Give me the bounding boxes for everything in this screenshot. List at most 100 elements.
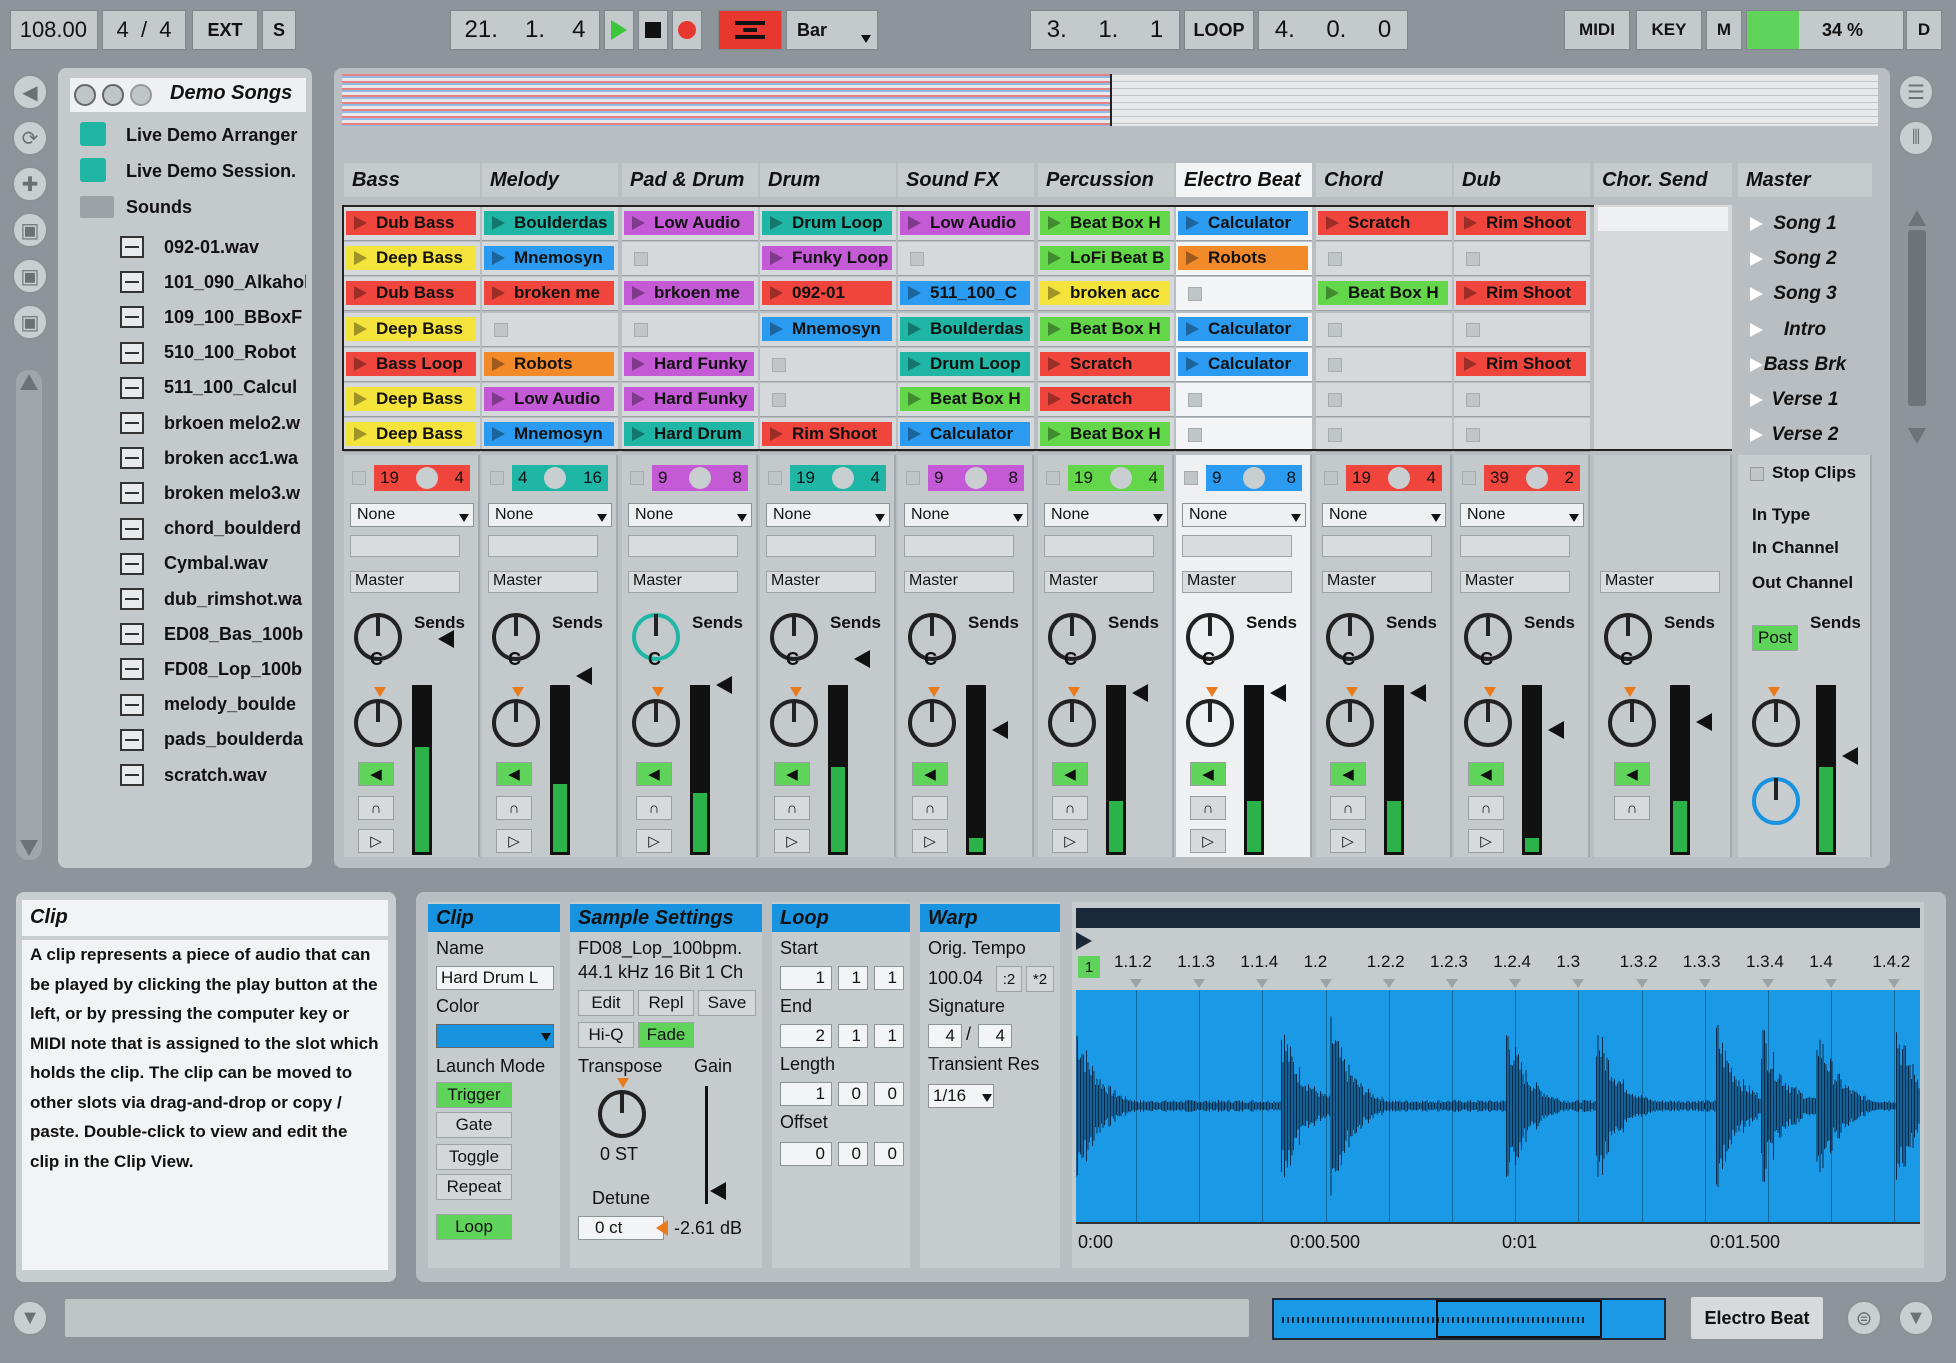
loop-start-beat[interactable]: 1 (838, 966, 868, 990)
loop-offset-sixteenth[interactable]: 0 (874, 1142, 904, 1166)
input-type-select[interactable]: None (1044, 503, 1168, 527)
clip[interactable]: Beat Box H (1040, 211, 1170, 235)
hiq-button[interactable]: Hi-Q (578, 1022, 634, 1048)
track-activator-button[interactable]: ◀ (912, 762, 948, 786)
menu-icon[interactable]: ☰ (1898, 74, 1934, 110)
folder-3-icon[interactable]: ▣ (12, 304, 48, 340)
track-header-return[interactable]: Chor. Send (1594, 163, 1732, 197)
play-button[interactable] (604, 10, 634, 50)
solo-button[interactable]: ∩ (1190, 796, 1226, 820)
volume-fader-arrow[interactable] (716, 676, 732, 694)
clip[interactable]: Rim Shoot (1456, 281, 1586, 306)
master-volume-knob[interactable] (1752, 699, 1800, 747)
scene-launch-button[interactable]: Verse 2 (1740, 421, 1870, 449)
clip-stop-button[interactable] (1466, 393, 1480, 407)
loop-start-bar[interactable]: 1 (780, 966, 832, 990)
scene-scroll-up-icon[interactable] (1908, 210, 1926, 226)
loop-length-beat[interactable]: 0 (838, 1082, 868, 1106)
scene-scroll-down-icon[interactable] (1908, 428, 1926, 444)
plugin-icon[interactable]: ✚ (12, 166, 48, 202)
scene-launch-button[interactable]: Bass Brk (1740, 351, 1870, 379)
browser-file-item[interactable]: 101_090_Alkahol (164, 267, 306, 297)
stop-all-clips[interactable]: Stop Clips (1750, 463, 1856, 483)
clip[interactable]: Rim Shoot (1456, 351, 1586, 376)
browser-file-item[interactable]: melody_boulde (164, 690, 306, 720)
loop-length[interactable]: 4. 0. 0 (1258, 10, 1408, 50)
track-stop-button[interactable] (1046, 471, 1060, 485)
post-button[interactable]: Post (1752, 625, 1798, 651)
collapse-detail-icon[interactable]: ▼ (1898, 1300, 1934, 1336)
folder-1-icon[interactable]: ▣ (12, 212, 48, 248)
clip[interactable]: Calculator (1178, 211, 1308, 235)
track-stop-button[interactable] (490, 471, 504, 485)
time-signature[interactable]: 4 / 4 (102, 10, 186, 50)
warp-sig-numerator[interactable]: 4 (928, 1024, 962, 1048)
loop-length-sixteenth[interactable]: 0 (874, 1082, 904, 1106)
up-folder-icon[interactable] (102, 84, 124, 106)
clip[interactable]: Deep Bass (346, 246, 476, 271)
scene-launch-button[interactable]: Song 1 (1740, 210, 1870, 238)
key-map-button[interactable]: KEY (1636, 10, 1702, 50)
clip-stop-button[interactable] (1328, 322, 1342, 337)
clip[interactable]: Drum Loop (900, 351, 1030, 376)
arm-button[interactable]: ▷ (358, 829, 394, 853)
input-type-select[interactable]: None (350, 503, 474, 527)
loop-start-sixteenth[interactable]: 1 (874, 966, 904, 990)
input-type-select[interactable]: None (1460, 503, 1584, 527)
browser-file-item[interactable]: Cymbal.wav (164, 549, 306, 579)
pan-knob[interactable] (1326, 699, 1374, 747)
loop-end-sixteenth[interactable]: 1 (874, 1024, 904, 1048)
track-activator-button[interactable]: ◀ (1330, 762, 1366, 786)
pan-knob[interactable] (1186, 699, 1234, 747)
input-type-select[interactable]: None (1182, 503, 1306, 527)
clip[interactable]: Deep Bass (346, 422, 476, 447)
track-header[interactable]: Electro Beat (1176, 163, 1312, 197)
volume-fader-arrow[interactable] (1410, 684, 1426, 702)
midi-map-button[interactable]: MIDI (1564, 10, 1630, 50)
clip-stop-button[interactable] (1466, 322, 1480, 337)
mixer-toggle-icon[interactable]: ⦀ (1898, 120, 1934, 156)
waveform-scrub-bar[interactable] (1076, 908, 1920, 928)
output-routing-select[interactable]: Master (1460, 571, 1570, 593)
clip[interactable]: Mnemosyn (484, 246, 614, 271)
return-pan-knob[interactable] (1608, 699, 1656, 747)
clip-stop-button[interactable] (772, 357, 786, 372)
scroll-up-icon[interactable] (20, 374, 38, 390)
gain-slider[interactable] (705, 1086, 708, 1204)
clip-stop-button[interactable] (1466, 428, 1480, 443)
clip[interactable]: Beat Box H (1040, 316, 1170, 341)
arm-button[interactable]: ▷ (636, 829, 672, 853)
browser-item[interactable]: Live Demo Session. (126, 156, 312, 186)
track-header[interactable]: Percussion (1038, 163, 1174, 197)
clip-stop-button[interactable] (910, 252, 924, 267)
track-header[interactable]: Dub (1454, 163, 1590, 197)
clip[interactable]: Robots (484, 351, 614, 376)
solo-button[interactable]: ∩ (1052, 796, 1088, 820)
clip-stop-button[interactable] (1328, 252, 1342, 267)
clip[interactable]: Scratch (1040, 387, 1170, 411)
track-activator-button[interactable]: ◀ (496, 762, 532, 786)
start-marker-icon[interactable] (1076, 932, 1092, 950)
browser-file-item[interactable]: 511_100_Calcul (164, 373, 306, 403)
track-stop-button[interactable] (906, 471, 920, 485)
input-channel-select[interactable] (1044, 535, 1154, 557)
master-volume-arrow[interactable] (1842, 747, 1858, 765)
warp-sig-denominator[interactable]: 4 (978, 1024, 1012, 1048)
warp-marker[interactable] (1635, 979, 1648, 988)
volume-fader-arrow[interactable] (1132, 684, 1148, 702)
track-header[interactable]: Sound FX (898, 163, 1034, 197)
clip[interactable]: 092-01 (762, 281, 892, 306)
input-type-select[interactable]: None (766, 503, 890, 527)
pan-knob[interactable] (492, 699, 540, 747)
clip-stop-button[interactable] (634, 252, 648, 267)
scene-scrollbar[interactable] (1908, 230, 1926, 406)
pan-knob[interactable] (1048, 699, 1096, 747)
browser-scrollbar[interactable] (16, 370, 42, 860)
track-stop-button[interactable] (352, 471, 366, 485)
arm-button[interactable]: ▷ (774, 829, 810, 853)
warp-marker[interactable] (1256, 979, 1269, 988)
output-routing-select[interactable]: Master (488, 571, 598, 593)
loop-region-marker[interactable]: 1 (1078, 956, 1100, 978)
volume-fader-arrow[interactable] (992, 721, 1008, 739)
track-activator-button[interactable]: ◀ (774, 762, 810, 786)
